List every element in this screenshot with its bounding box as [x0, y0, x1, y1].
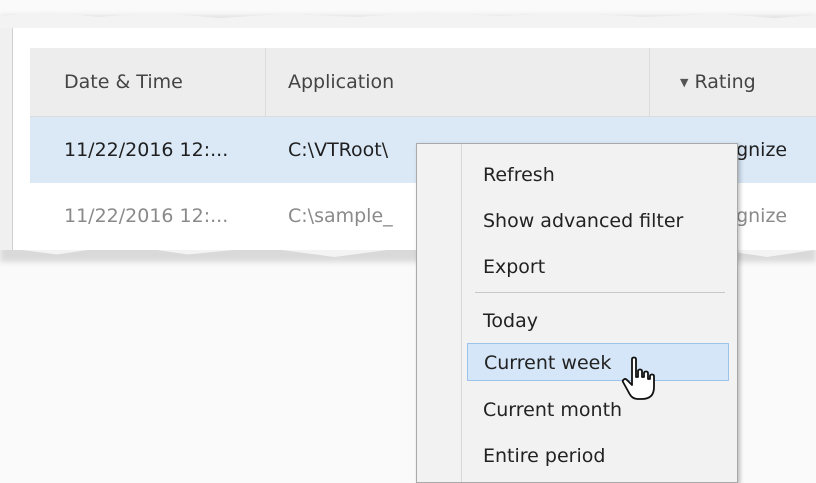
menu-item-current-week[interactable]: Current week [467, 343, 729, 381]
menu-item-current-month[interactable]: Current month [467, 391, 729, 429]
menu-item-refresh[interactable]: Refresh [467, 156, 729, 194]
column-header-application[interactable]: Application [266, 48, 650, 116]
table-header: Date & Time Application ▼ Rating [30, 48, 816, 117]
menu-item-today[interactable]: Today [467, 302, 729, 340]
cell-datetime: 11/22/2016 12:... [64, 139, 229, 161]
column-header-rating[interactable]: ▼ Rating [650, 48, 816, 116]
column-header-label: Application [288, 71, 395, 93]
column-header-date-time[interactable]: Date & Time [30, 48, 266, 116]
hand-pointer-icon [621, 356, 655, 400]
cell-datetime: 11/22/2016 12:... [64, 205, 229, 227]
context-menu: Refresh Show advanced filter Export Toda… [416, 143, 738, 483]
menu-icon-gutter [461, 144, 462, 482]
menu-item-show-advanced-filter[interactable]: Show advanced filter [467, 202, 729, 240]
menu-separator [475, 292, 725, 293]
menu-item-export[interactable]: Export [467, 248, 729, 286]
column-header-label: Date & Time [64, 71, 183, 93]
column-header-label: Rating [694, 71, 756, 93]
menu-item-entire-period[interactable]: Entire period [467, 437, 729, 475]
sort-descending-icon: ▼ [680, 76, 689, 89]
